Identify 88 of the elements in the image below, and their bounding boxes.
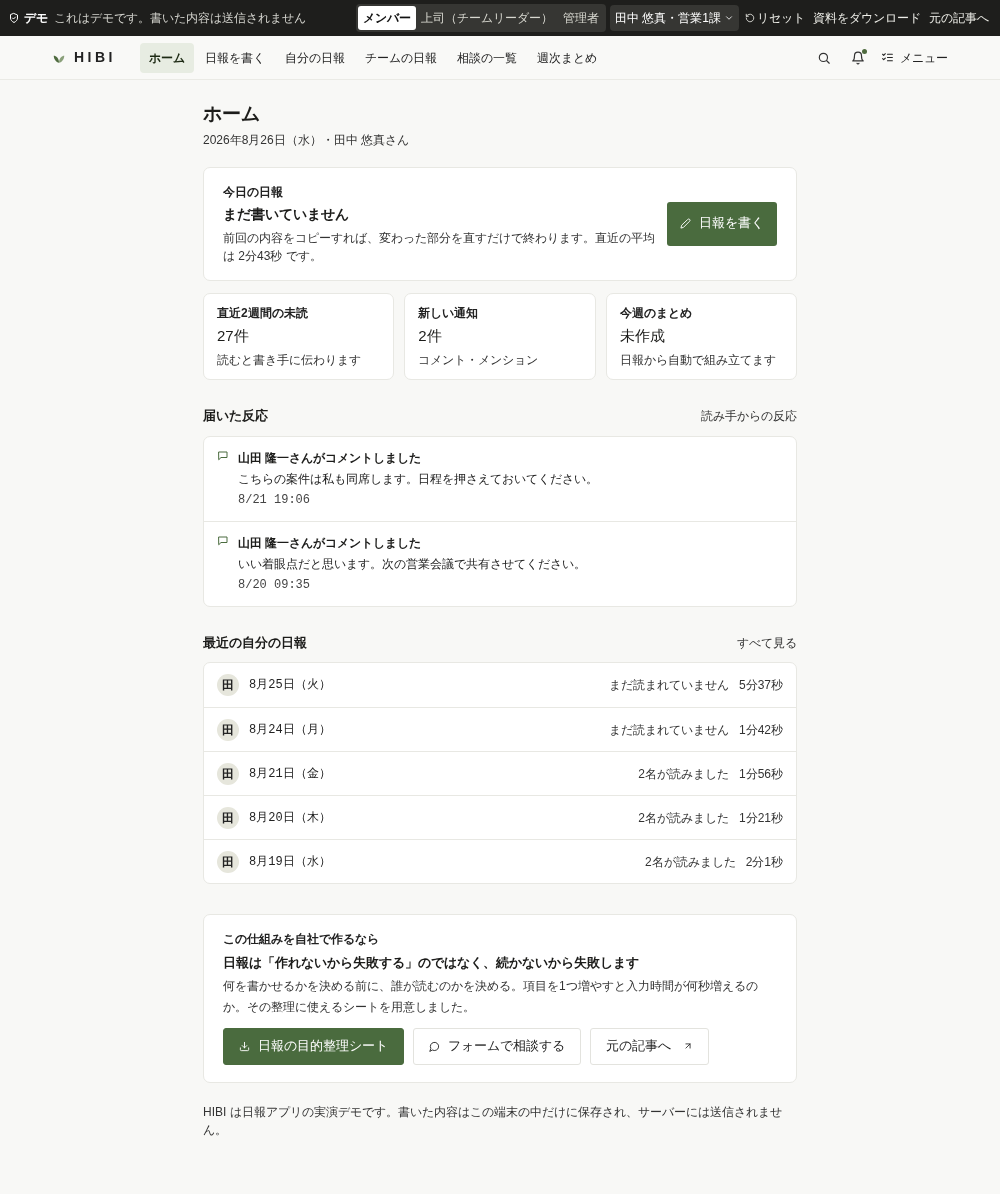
section-link[interactable]: 読み手からの反応	[701, 407, 797, 425]
read-status: まだ読まれていません	[608, 677, 729, 695]
pencil-icon	[680, 218, 691, 230]
stat-label: 新しい通知	[418, 304, 480, 322]
read-status: 2名が読みました	[638, 765, 729, 783]
nav-tab[interactable]: 週次まとめ	[528, 42, 606, 73]
chat-bubble-icon	[429, 1040, 440, 1052]
reset-link[interactable]: リセット	[742, 9, 808, 27]
today-status: まだ書いていません	[223, 204, 350, 224]
stat-value: 27件	[217, 325, 250, 346]
read-status: 2名が読みました	[644, 853, 736, 871]
footer-note: HIBI は日報アプリの実演デモです。書いた内容はこの端末の中だけに保存され、サーバーには送信されません。	[203, 1103, 783, 1139]
section-link[interactable]: すべて見る	[737, 633, 797, 652]
nav-tab[interactable]: チームの日報	[356, 42, 446, 73]
report-row[interactable]: 田 8月24日（月） まだ読まれていません 1分42秒	[204, 707, 796, 752]
write-report-button[interactable]: 日報を書く	[667, 201, 777, 246]
avatar: 田	[217, 762, 239, 785]
reaction-body: こちらの案件は私も同席します。日程を押さえておいてください。	[238, 470, 598, 488]
reset-label: リセット	[757, 10, 805, 27]
report-row[interactable]: 田 8月21日（金） 2名が読みました 1分56秒	[204, 751, 796, 796]
menu-button[interactable]: メニュー	[881, 48, 948, 67]
card-label: この仕組みを自社で作るなら	[223, 931, 380, 949]
report-row[interactable]: 田 8月20日（木） 2名が読みました 1分21秒	[204, 795, 796, 840]
section-title: 届いた反応	[203, 407, 268, 426]
page-subtitle: 2026年8月26日（水）・田中 悠真さん	[203, 131, 411, 149]
report-date: 8月24日（月）	[249, 721, 332, 739]
report-duration: 1分21秒	[738, 809, 783, 827]
stat-note: 読むと書き手に伝わります	[217, 352, 362, 370]
stat-note: コメント・メンション	[418, 352, 540, 370]
download-icon	[239, 1040, 250, 1052]
reaction-time: 8/20 09:35	[238, 576, 311, 594]
role-tab[interactable]: 上司（チームリーダー）	[416, 6, 558, 30]
comment-icon	[217, 534, 229, 547]
avatar: 田	[217, 850, 239, 873]
demo-label: デモ	[24, 10, 48, 27]
search-icon	[817, 50, 831, 65]
report-duration: 1分56秒	[738, 765, 783, 783]
nav-tab[interactable]: ホーム	[140, 42, 194, 73]
read-status: 2名が読みました	[638, 809, 729, 827]
logo-text: HIBI	[74, 48, 116, 67]
nav-tab[interactable]: 相談の一覧	[448, 42, 526, 73]
report-date: 8月21日（金）	[249, 765, 332, 783]
comment-icon	[217, 449, 229, 462]
download-button[interactable]: 日報の目的整理シート	[223, 1027, 404, 1065]
report-date: 8月19日（水）	[249, 853, 332, 871]
reaction-title: 山田 隆一さんがコメントしました	[238, 449, 423, 467]
read-status: まだ読まれていません	[608, 721, 729, 739]
stat-label: 直近2週間の未読	[217, 304, 309, 322]
stat-note: 日報から自動で組み立てます	[619, 352, 777, 370]
consult-button[interactable]: フォームで相談する	[413, 1027, 581, 1065]
report-row[interactable]: 田 8月19日（水） 2名が読みました 2分1秒	[204, 839, 796, 884]
report-date: 8月20日（木）	[249, 809, 332, 827]
chevron-down-icon	[724, 13, 734, 23]
section-title: 最近の自分の日報	[203, 633, 307, 652]
role-tab[interactable]: 管理者	[558, 6, 604, 30]
report-duration: 2分1秒	[745, 853, 783, 871]
avatar: 田	[217, 718, 239, 741]
stat-value: 未作成	[619, 325, 666, 346]
reaction-title: 山田 隆一さんがコメントしました	[238, 534, 423, 552]
article-button[interactable]: 元の記事へ	[590, 1027, 709, 1065]
header-link[interactable]: 元の記事へ	[926, 9, 992, 27]
today-hint: 前回の内容をコピーすれば、変わった部分を直すだけで終わります。直近の平均は 2分43秒 です。	[223, 229, 655, 265]
user-select-label: 田中 悠真・営業1課	[615, 10, 721, 27]
card-label: 今日の日報	[223, 183, 284, 201]
page-title: ホーム	[203, 102, 261, 126]
avatar: 田	[217, 674, 239, 697]
reset-icon	[745, 13, 755, 23]
stat-value: 2件	[418, 325, 443, 346]
reaction-body: いい着眼点だと思います。次の営業会議で共有させてください。	[238, 555, 586, 573]
promo-title: 日報は「作れないから失敗する」のではなく、続かないから失敗します	[223, 954, 640, 973]
arrow-up-right-icon	[683, 1041, 693, 1052]
header-link[interactable]: 資料をダウンロード	[810, 9, 924, 27]
role-tab[interactable]: メンバー	[358, 6, 416, 30]
report-duration: 5分37秒	[738, 677, 783, 695]
bell-icon	[851, 50, 865, 65]
menu-icon	[881, 51, 894, 64]
demo-notice: これはデモです。書いた内容は送信されません	[54, 10, 306, 27]
report-duration: 1分42秒	[738, 721, 783, 739]
report-row[interactable]: 田 8月25日（火） まだ読まれていません 5分37秒	[204, 663, 796, 708]
promo-body: 何を書かせるかを決める前に、誰が読むのかを決める。項目を1つ増やすと入力時間が何秒増えるのか。その整理に使えるシートを用意しました。	[223, 977, 759, 1016]
shield-icon	[8, 12, 20, 24]
avatar: 田	[217, 806, 239, 829]
report-date: 8月25日（火）	[249, 677, 332, 695]
nav-tab[interactable]: 自分の日報	[276, 42, 354, 73]
reaction-time: 8/21 19:06	[238, 491, 311, 509]
user-select[interactable]: 田中 悠真・営業1課	[610, 5, 739, 31]
nav-tab[interactable]: 日報を書く	[196, 42, 274, 73]
stat-label: 今週のまとめ	[619, 304, 693, 322]
